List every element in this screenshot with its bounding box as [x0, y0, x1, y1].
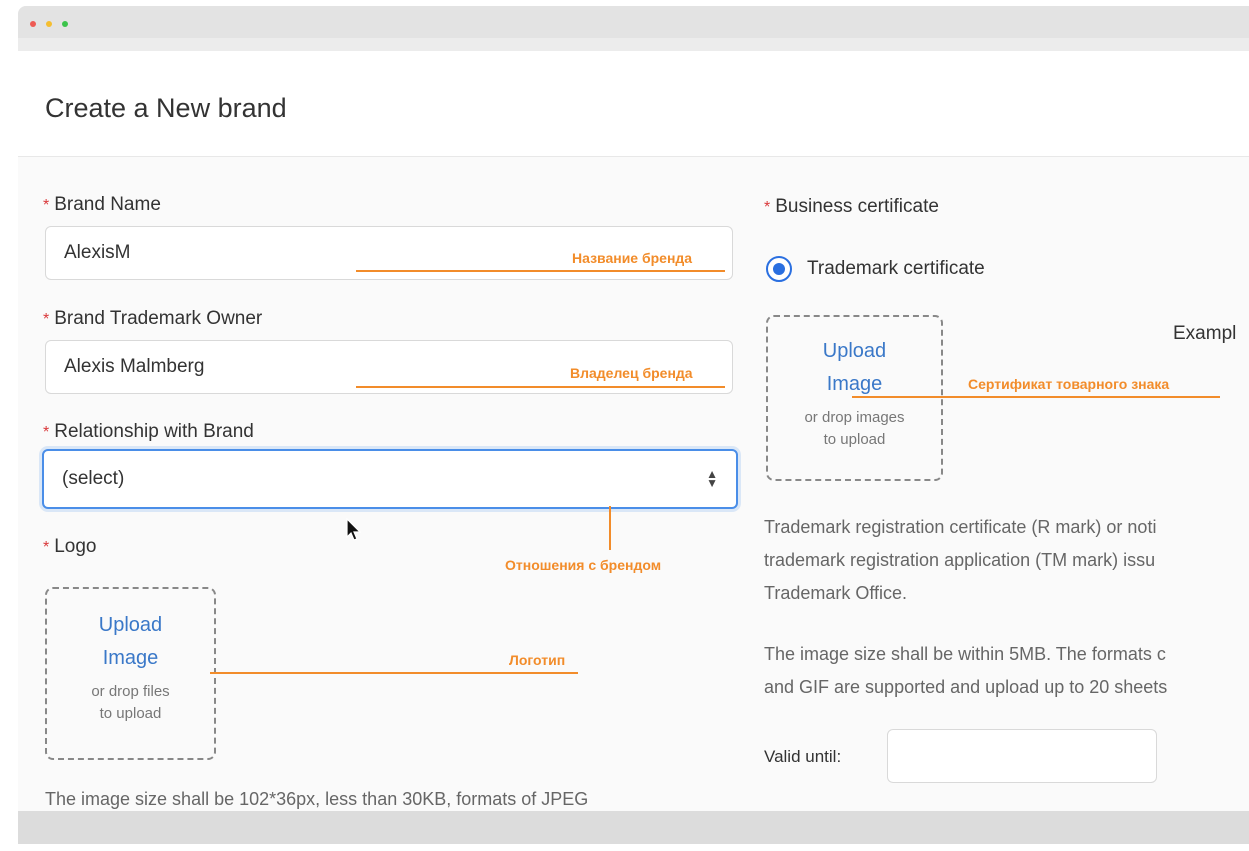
relationship-label-text: Relationship with Brand [54, 421, 254, 442]
trademark-certificate-radio[interactable] [766, 256, 792, 282]
trademark-owner-label: * Brand Trademark Owner [43, 308, 262, 330]
maximize-window-button[interactable] [62, 21, 68, 27]
select-arrows-icon: ▲ ▼ [706, 467, 718, 490]
logo-upload-area[interactable]: Upload Image or drop files to upload [45, 587, 216, 760]
business-certificate-label: * Business certificate [764, 196, 939, 218]
trademark-certificate-radio-label[interactable]: Trademark certificate [807, 258, 985, 280]
page-header: Create a New brand [18, 51, 1249, 157]
logo-drop-hint: or drop files [91, 683, 170, 700]
trademark-owner-value: Alexis Malmberg [64, 356, 205, 377]
logo-upload-link-2[interactable]: Image [47, 642, 214, 675]
annotation-brand-name-underline [356, 270, 725, 272]
required-marker: * [43, 311, 50, 328]
certificate-upload-link[interactable]: Upload [768, 335, 941, 368]
certificate-upload-area[interactable]: Upload Image or drop images to upload [766, 315, 943, 481]
certificate-help-line-1: Trademark registration certificate (R ma… [764, 517, 1157, 537]
relationship-label: * Relationship with Brand [43, 421, 254, 443]
annotation-relationship-connector [609, 506, 611, 550]
annotation-owner: Владелец бренда [570, 365, 693, 381]
relationship-selected-value: (select) [62, 468, 125, 489]
annotation-owner-underline [356, 386, 725, 388]
logo-label: * Logo [43, 536, 97, 558]
brand-name-label-text: Brand Name [54, 194, 161, 215]
brand-name-label: * Brand Name [43, 194, 161, 216]
page-title: Create a New brand [45, 93, 287, 123]
page-content: Create a New brand * Brand Name AlexisM *… [18, 51, 1249, 811]
annotation-logo: Логотип [509, 652, 566, 668]
annotation-relationship: Отношения с брендом [505, 557, 662, 573]
certificate-help-line-4: The image size shall be within 5MB. The … [764, 644, 1166, 664]
brand-name-value: AlexisM [64, 242, 131, 263]
valid-until-label: Valid until: [764, 747, 842, 766]
certificate-help-line-2: trademark registration application (TM m… [764, 550, 1156, 570]
logo-label-text: Logo [54, 536, 97, 557]
certificate-help-line-5: and GIF are supported and upload up to 2… [764, 677, 1168, 697]
annotation-logo-underline [210, 672, 578, 674]
browser-window: Create a New brand * Brand Name AlexisM *… [18, 6, 1249, 844]
relationship-select[interactable]: (select) ▲ ▼ [42, 449, 738, 509]
certificate-help-line-3: Trademark Office. [764, 583, 908, 603]
annotation-certificate-underline [852, 396, 1220, 398]
certificate-drop-hint: or drop images [804, 409, 905, 426]
mouse-cursor-icon [346, 518, 362, 541]
required-marker: * [43, 424, 50, 441]
annotation-certificate: Сертификат товарного знака [968, 376, 1170, 392]
trademark-owner-label-text: Brand Trademark Owner [54, 308, 263, 329]
annotation-brand-name: Название бренда [572, 250, 693, 266]
bottom-bar [18, 811, 1249, 844]
minimize-window-button[interactable] [46, 21, 52, 27]
logo-upload-link[interactable]: Upload [47, 609, 214, 642]
required-marker: * [764, 199, 771, 216]
required-marker: * [43, 539, 50, 556]
business-certificate-label-text: Business certificate [775, 196, 939, 217]
window-titlebar [18, 6, 1249, 38]
required-marker: * [43, 197, 50, 214]
certificate-drop-hint-2: to upload [823, 431, 886, 448]
logo-drop-hint-2: to upload [99, 705, 162, 722]
valid-until-input[interactable] [887, 729, 1157, 783]
example-label: Exampl [1173, 323, 1237, 344]
close-window-button[interactable] [30, 21, 36, 27]
